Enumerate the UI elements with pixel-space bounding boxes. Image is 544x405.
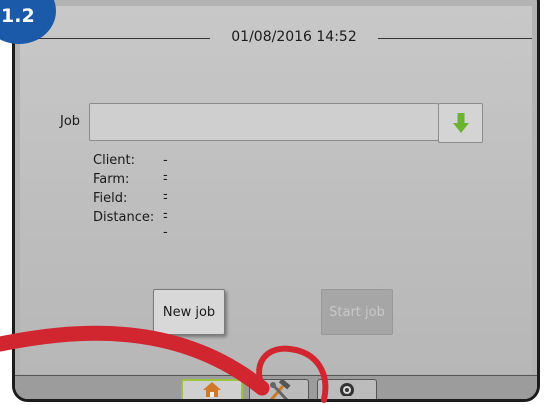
highlight-circle (256, 345, 329, 403)
highlight-annotation (0, 325, 329, 403)
highlight-arrow-stroke (0, 325, 270, 396)
